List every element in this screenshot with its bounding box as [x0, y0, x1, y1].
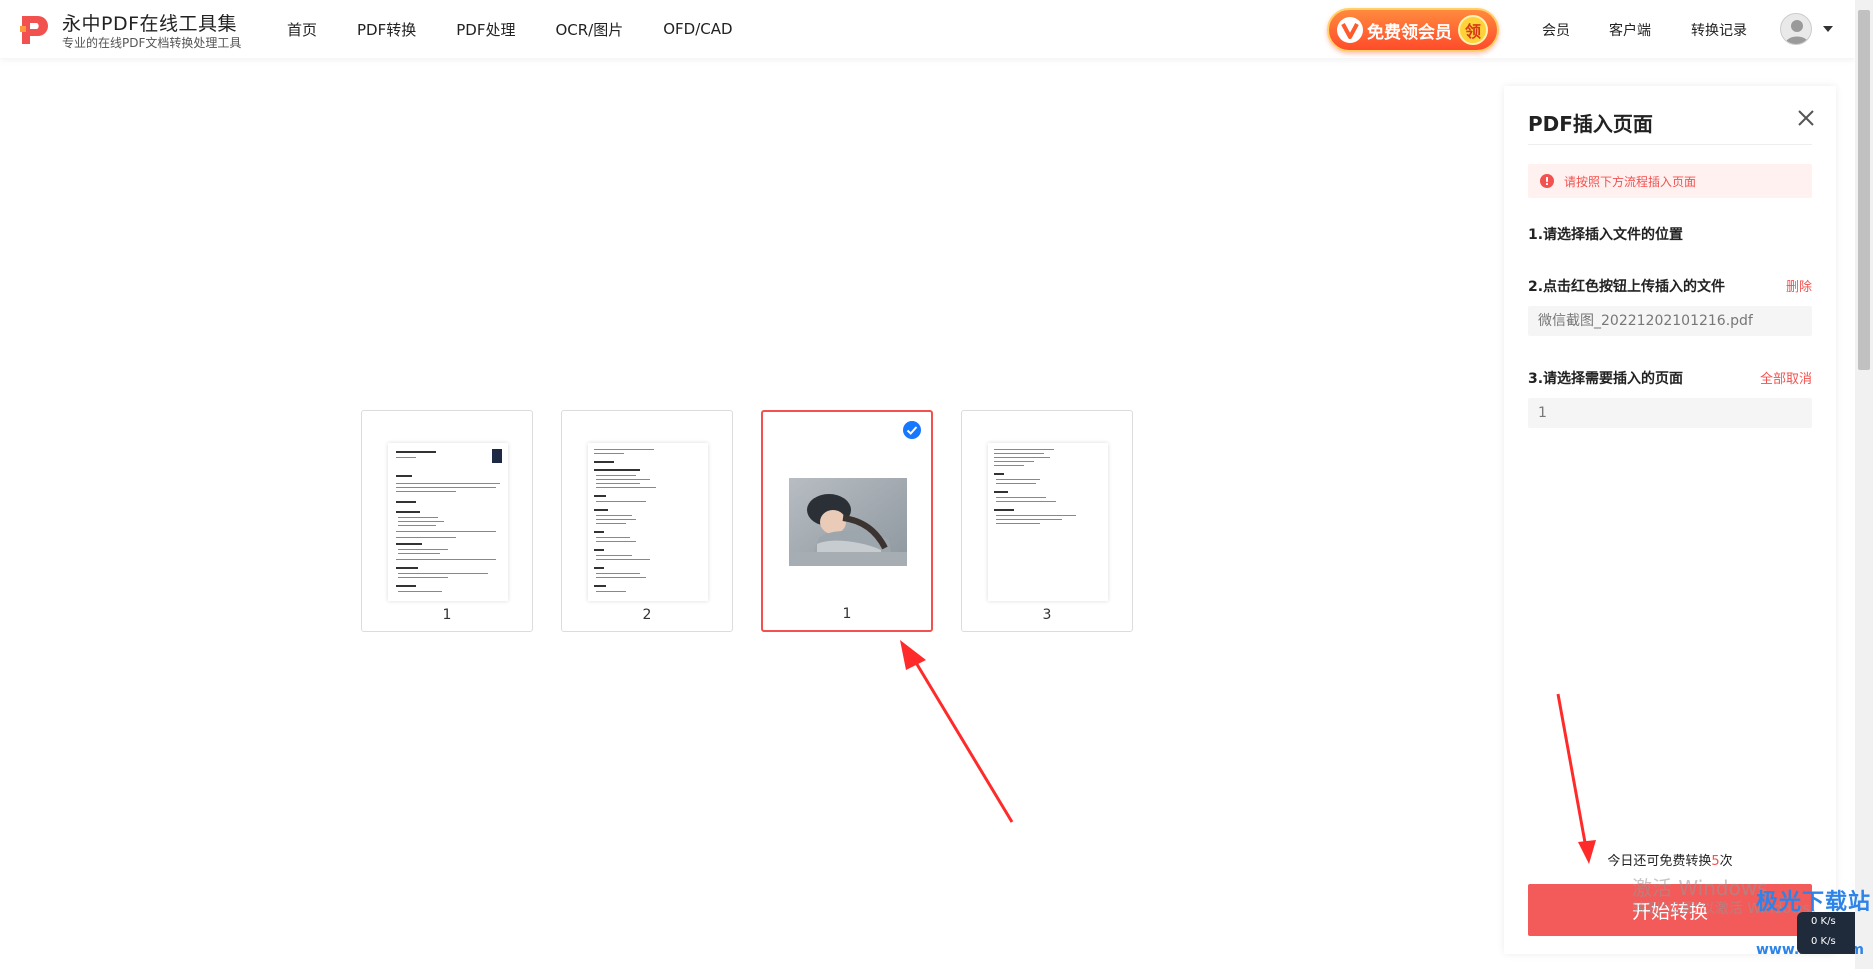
free-vip-label: 免费领会员	[1367, 22, 1452, 43]
client-link[interactable]: 客户端	[1609, 20, 1651, 40]
free-quota-count: 5	[1711, 854, 1720, 869]
main-nav: 首页 PDF转换 PDF处理 OCR/图片 OFD/CAD	[287, 0, 773, 58]
scrollbar-thumb[interactable]	[1858, 10, 1870, 370]
page-card[interactable]: 3	[961, 410, 1133, 632]
free-quota-text: 今日还可免费转换5次	[1504, 850, 1836, 869]
close-icon[interactable]	[1796, 108, 1816, 128]
windows-activation-title: 激活 Windows	[1632, 876, 1768, 900]
page-number: 1	[842, 606, 852, 622]
nav-pdf-process[interactable]: PDF处理	[456, 19, 515, 40]
photo-image	[789, 478, 907, 566]
page-thumbnail	[388, 443, 508, 601]
vip-claim-tag: 领	[1458, 15, 1488, 45]
nav-home[interactable]: 首页	[287, 19, 317, 40]
page-thumbnail	[588, 443, 708, 601]
uploaded-file-field[interactable]: 微信截图_20221202101216.pdf	[1528, 306, 1812, 336]
selected-check-icon	[903, 421, 921, 439]
page-thumbnail	[988, 443, 1108, 601]
free-vip-button[interactable]: 免费领会员 领	[1327, 8, 1499, 52]
deselect-all-link[interactable]: 全部取消	[1760, 368, 1812, 387]
notice-banner: ! 请按照下方流程插入页面	[1528, 164, 1812, 198]
page-card[interactable]: 1	[361, 410, 533, 632]
upload-speed: 0 K/s	[1811, 916, 1836, 927]
free-quota-prefix: 今日还可免费转换	[1607, 854, 1712, 869]
chevron-down-icon[interactable]	[1823, 26, 1833, 32]
selected-pages-field[interactable]: 1	[1528, 398, 1812, 428]
brand-subtitle: 专业的在线PDF文档转换处理工具	[62, 36, 242, 50]
page-number: 3	[1042, 607, 1052, 623]
notice-text: 请按照下方流程插入页面	[1564, 174, 1697, 189]
conversion-history-link[interactable]: 转换记录	[1691, 20, 1747, 40]
nav-ofd-cad[interactable]: OFD/CAD	[663, 20, 732, 38]
vip-v-icon	[1337, 17, 1363, 43]
page-card-selected[interactable]: 1	[761, 410, 933, 632]
page-card[interactable]: 2	[561, 410, 733, 632]
membership-link[interactable]: 会员	[1542, 20, 1570, 40]
free-quota-suffix: 次	[1719, 854, 1733, 869]
insert-page-panel: PDF插入页面 ! 请按照下方流程插入页面 1.请选择插入文件的位置 2.点击红…	[1504, 86, 1836, 954]
network-speed-widget: 0 K/s 0 K/s	[1797, 912, 1855, 954]
warning-icon: !	[1540, 174, 1554, 188]
image-thumbnail	[789, 444, 909, 602]
step-3-label: 3.请选择需要插入的页面	[1528, 371, 1684, 387]
download-speed: 0 K/s	[1811, 936, 1836, 947]
arrow-to-selected-page	[900, 640, 1014, 823]
page-number: 1	[442, 607, 452, 623]
top-bar: 永中PDF在线工具集 专业的在线PDF文档转换处理工具 首页 PDF转换 PDF…	[0, 0, 1855, 58]
panel-title: PDF插入页面	[1528, 112, 1653, 136]
delete-file-link[interactable]: 删除	[1786, 276, 1812, 295]
step-2-label: 2.点击红色按钮上传插入的文件	[1528, 279, 1726, 295]
divider	[1528, 144, 1812, 145]
step-1-label: 1.请选择插入文件的位置	[1528, 227, 1684, 243]
user-avatar-icon[interactable]	[1780, 13, 1812, 45]
nav-ocr-image[interactable]: OCR/图片	[555, 19, 623, 40]
yozo-pdf-logo[interactable]	[20, 14, 50, 46]
nav-pdf-convert[interactable]: PDF转换	[357, 19, 416, 40]
page-number: 2	[642, 607, 652, 623]
brand-title[interactable]: 永中PDF在线工具集	[62, 9, 237, 36]
